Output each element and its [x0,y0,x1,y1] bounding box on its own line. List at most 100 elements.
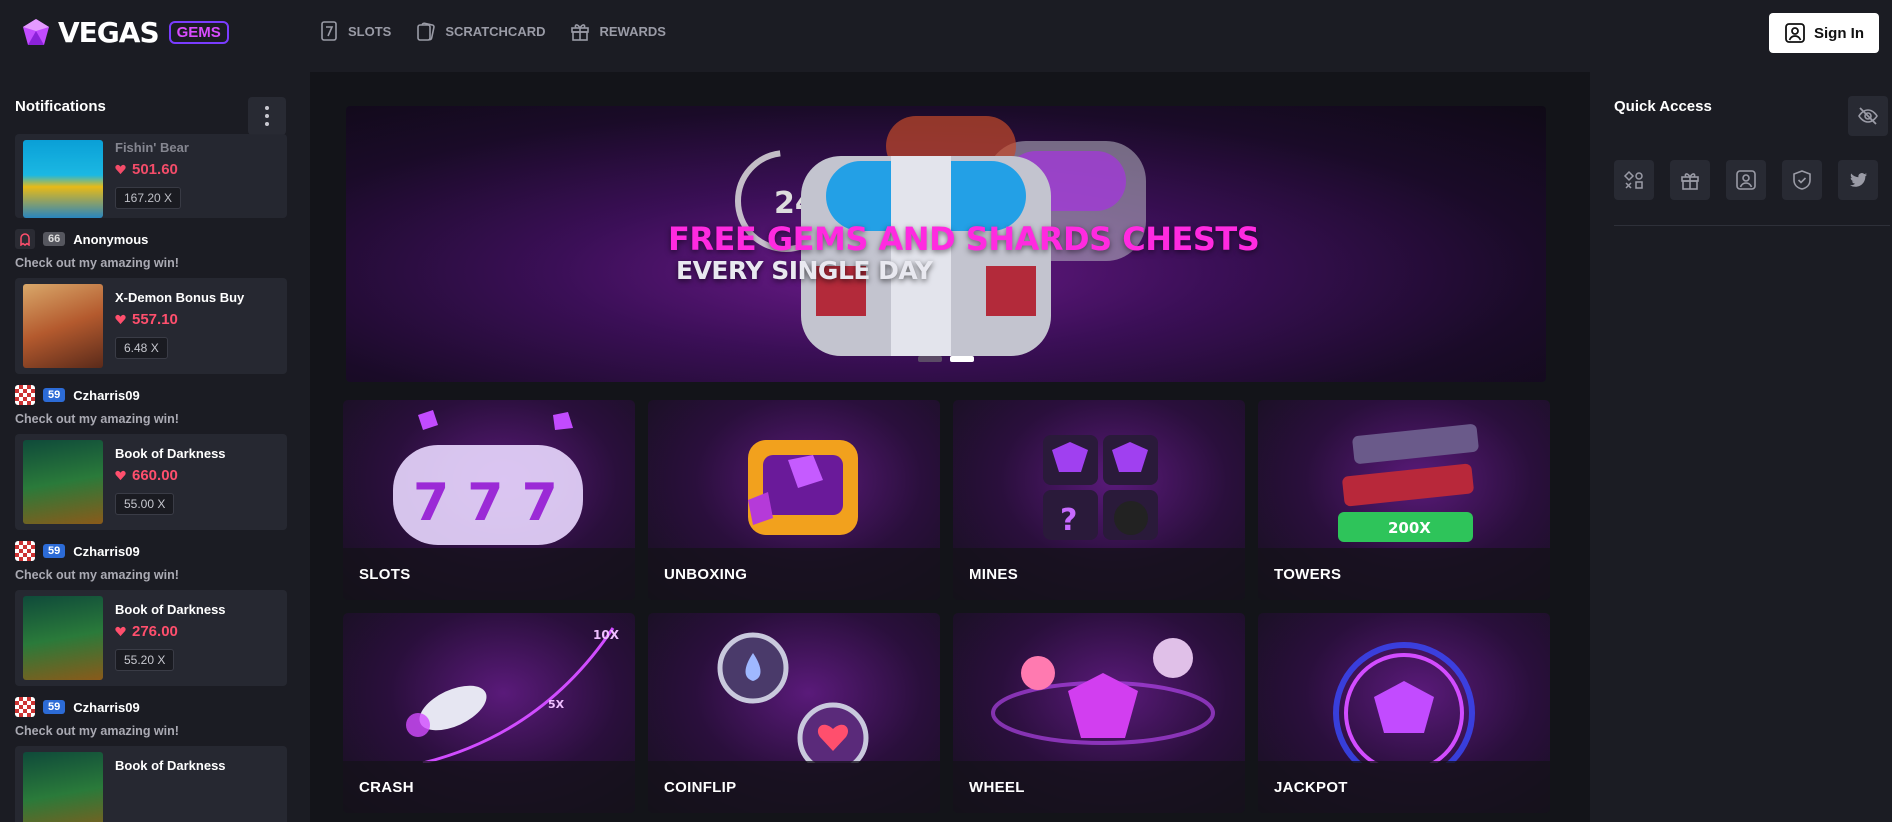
coins-icon [717,632,869,763]
game-tile-label: MINES [953,548,1245,600]
gift-icon [571,24,590,41]
list-item: 59 Czharris09 Check out my amazing win! … [15,696,287,822]
user-icon [1736,170,1756,190]
shield-icon [1793,170,1811,190]
username[interactable]: Czharris09 [73,388,139,403]
nav-rewards-label: REWARDS [599,23,666,39]
avatar [15,697,35,717]
game-tile-label: UNBOXING [648,548,940,600]
multiplier-badge: 55.20 X [115,649,175,671]
treasure-chest-icon [748,440,858,535]
notification-user: 59 Czharris09 [15,540,287,562]
rocket-icon: 10X 5X [406,627,620,763]
game-name: Book of Darkness [115,602,226,617]
carousel-dots [918,356,974,362]
notification-message: Check out my amazing win! [15,724,179,738]
promo-banner[interactable]: 24 FREE GEMS AND SHARDS CHESTS EVERY SIN… [346,106,1546,382]
quick-access-games[interactable] [1614,160,1654,200]
avatar [15,541,35,561]
game-tile-slots[interactable]: 7 7 7 SLOTS [343,400,635,600]
game-tile-mines[interactable]: ? MINES [953,400,1245,600]
game-name: Book of Darkness [115,758,226,773]
nav-scratchcard[interactable]: SCRATCHCARD [415,20,545,42]
game-name: Fishin' Bear [115,140,189,155]
nav-slots-label: SLOTS [348,23,392,39]
quick-access-twitter[interactable] [1838,160,1878,200]
win-card[interactable]: X-Demon Bonus Buy 557.10 6.48 X [15,278,287,374]
logo-badge: GEMS [168,21,229,44]
win-card[interactable]: Fishin' Bear 501.60 167.20 X [15,134,287,218]
toggle-visibility-button[interactable] [1848,96,1888,136]
multiplier-badge: 6.48 X [115,337,168,359]
spinning-gem-icon [991,638,1215,745]
game-tile-crash[interactable]: 10X 5X CRASH [343,613,635,813]
svg-text:5X: 5X [548,698,565,711]
game-tile-jackpot[interactable]: JACKPOT [1258,613,1550,813]
game-tile-towers[interactable]: 200X TOWERS [1258,400,1550,600]
win-amount: 501.60 [115,161,189,178]
game-tile-label: CRASH [343,761,635,813]
gem-logo-icon [23,18,49,45]
top-header: VEGAS GEMS SLOTS SCRATCHCARD REWARDS Sig… [0,0,1892,72]
main-nav: SLOTS SCRATCHCARD REWARDS [318,20,666,42]
game-tile-coinflip[interactable]: COINFLIP [648,613,940,813]
twitter-icon [1850,173,1867,187]
username[interactable]: Anonymous [73,232,148,247]
jackpot-ring-icon [1333,642,1475,763]
gift-icon [1681,173,1699,190]
gem-heart-icon [115,626,126,637]
game-thumbnail [23,596,103,680]
slot-seven-icon [321,21,337,41]
slot-machine-icon: 7 7 7 [393,410,583,545]
win-card[interactable]: Book of Darkness 660.00 55.00 X [15,434,287,530]
notifications-menu-button[interactable] [248,97,286,135]
gem-heart-icon [115,164,126,175]
quick-access-panel: Quick Access [1590,72,1892,822]
list-item: 59 Czharris09 Check out my amazing win! … [15,540,287,686]
nav-rewards[interactable]: REWARDS [569,20,666,42]
nav-scratchcard-label: SCRATCHCARD [445,23,546,39]
game-thumbnail [23,440,103,524]
notification-user: 66 Anonymous [15,228,287,250]
username[interactable]: Czharris09 [73,544,139,559]
quick-access-rewards[interactable] [1670,160,1710,200]
game-thumbnail [23,140,103,218]
logo[interactable]: VEGAS GEMS [20,16,229,49]
ghost-avatar-icon [20,233,30,246]
list-item: 66 Anonymous Check out my amazing win! X… [15,228,287,374]
avatar [15,385,35,405]
svg-text:7 7 7: 7 7 7 [413,473,558,533]
win-card[interactable]: Book of Darkness 276.00 55.20 X [15,590,287,686]
list-item: Fishin' Bear 501.60 167.20 X [15,134,287,218]
svg-text:200X: 200X [1388,519,1431,537]
main-content: 24 FREE GEMS AND SHARDS CHESTS EVERY SIN… [310,72,1590,822]
win-amount-value: 276.00 [132,623,178,640]
win-amount: 660.00 [115,467,226,484]
gem-heart-icon [115,314,126,325]
games-icon [1623,170,1643,189]
game-tile-label: SLOTS [343,548,635,600]
game-tile-wheel[interactable]: WHEEL [953,613,1245,813]
notifications-panel: Notifications Fishin' Bear 501.60 167.20… [0,72,310,822]
carousel-dot-2[interactable] [950,356,974,362]
win-amount-value: 501.60 [132,161,178,178]
gem-heart-icon [115,470,126,481]
game-thumbnail [23,752,103,822]
carousel-dot-1[interactable] [918,356,942,362]
notification-message: Check out my amazing win! [15,568,179,582]
notifications-title: Notifications [15,98,106,115]
game-tile-label: JACKPOT [1258,761,1550,813]
scratchcard-icon [417,22,436,41]
list-item: 59 Czharris09 Check out my amazing win! … [15,384,287,530]
game-tile-unboxing[interactable]: UNBOXING [648,400,940,600]
quick-access-profile[interactable] [1726,160,1766,200]
game-thumbnail [23,284,103,368]
games-grid: 7 7 7 SLOTS UNBOXING ? MINES 200X TOWERS… [343,400,1551,813]
nav-slots[interactable]: SLOTS [318,20,391,42]
quick-access-security[interactable] [1782,160,1822,200]
level-badge: 66 [43,232,66,246]
win-card[interactable]: Book of Darkness [15,746,287,822]
notification-message: Check out my amazing win! [15,412,179,426]
sign-in-button[interactable]: Sign In [1769,13,1879,53]
username[interactable]: Czharris09 [73,700,139,715]
